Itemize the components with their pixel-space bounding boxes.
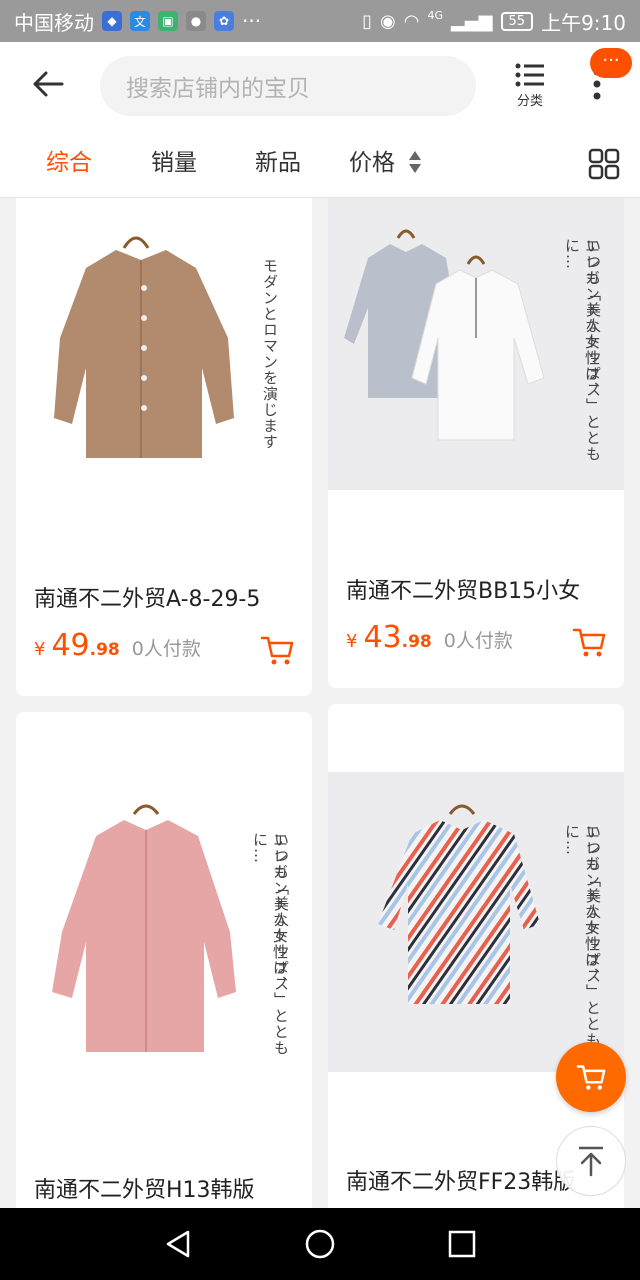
product-image-caption-2: いつも「美人トップス」とともに… [563,238,602,462]
product-image[interactable]: エレガントな女性は、 いつも「美人トップス」とともに… [16,712,312,1142]
product-card[interactable]: エレガントな女性は、 いつも「美人トップス」とともに… 南通不二外贸BB15小女… [328,198,624,688]
tab-price-label: 价格 [349,150,395,176]
category-button[interactable]: 分类 [498,62,562,118]
network-type: 4G [427,8,443,22]
product-image-caption: モダンとロマンを演じます [261,258,279,450]
vibrate-icon: ▯ [362,10,373,32]
add-to-cart-icon[interactable] [572,626,606,658]
tab-new[interactable]: 新品 [255,128,301,198]
price-integer: 49 [51,628,90,663]
message-badge[interactable]: ··· [590,48,632,78]
back-to-top-button[interactable] [556,1126,626,1196]
search-input[interactable]: 搜索店铺内的宝贝 [100,56,476,116]
tab-comprehensive[interactable]: 综合 [46,128,92,198]
product-title: 南通不二外贸FF23韩版 [346,1170,576,1195]
back-arrow-icon[interactable] [28,64,68,104]
search-placeholder: 搜索店铺内的宝贝 [126,76,310,102]
nav-recents-icon[interactable] [444,1226,480,1262]
price-decimal: .98 [89,640,120,660]
tab-sales[interactable]: 销量 [151,128,197,198]
currency-symbol: ¥ [34,639,46,660]
sales-count: 0人付款 [131,638,201,660]
eye-icon: ◉ [380,10,396,32]
arrow-up-icon [579,1146,603,1177]
sort-bar: 综合 销量 新品 价格 [0,128,640,198]
carrier-name: 中国移动 [14,10,94,35]
product-title: 南通不二外贸BB15小女 [346,579,581,604]
price-decimal: .98 [401,632,432,652]
qq-app-icon: ● [186,11,206,31]
nav-home-icon[interactable] [302,1226,338,1262]
product-image-caption-2: いつも「美人トップス」とともに… [251,832,290,1056]
product-image[interactable]: モダンとロマンを演じます [16,198,312,548]
status-bar: 中国移动 ◆ 文 ▣ ● ✿ ··· ▯ ◉ ◠ 4G ▂▄▆ 55 上午9:1… [0,0,640,42]
system-navigation-bar [0,1208,640,1280]
more-notifications-icon: ··· [242,9,262,33]
cart-icon [576,1065,606,1090]
product-price: ¥ 49 .98 0人付款 [34,628,201,663]
tab-price[interactable]: 价格 [349,128,422,198]
price-integer: 43 [363,620,402,655]
product-title: 南通不二外贸A-8-29-5 [34,587,261,612]
add-to-cart-icon[interactable] [260,634,294,666]
product-title: 南通不二外贸H13韩版 [34,1178,255,1203]
translate-app-icon: 文 [130,11,150,31]
shield-app-icon: ◆ [102,11,122,31]
sales-count: 0人付款 [443,630,513,652]
currency-symbol: ¥ [346,631,358,652]
product-price: ¥ 43 .98 0人付款 [346,620,513,655]
battery-level: 55 [500,11,534,31]
product-image-caption-2: いつも「美人トップス」とともに… [563,824,602,1048]
product-image[interactable]: エレガントな女性は、 いつも「美人トップス」とともに… [328,198,624,490]
chat-app-icon: ▣ [158,11,178,31]
product-card[interactable]: モダンとロマンを演じます 南通不二外贸A-8-29-5 ¥ 49 .98 0人付… [16,198,312,696]
product-grid: モダンとロマンを演じます 南通不二外贸A-8-29-5 ¥ 49 .98 0人付… [0,198,640,1208]
clock: 上午9:10 [541,10,626,35]
baidu-app-icon: ✿ [214,11,234,31]
grid-view-icon[interactable] [588,148,620,180]
wifi-icon: ◠ [403,10,420,32]
floating-cart-button[interactable] [556,1042,626,1112]
signal-icon: ▂▄▆ [451,10,493,32]
shop-header: 搜索店铺内的宝贝 分类 [0,42,640,128]
category-label: 分类 [516,94,543,109]
product-card[interactable]: エレガントな女性は、 いつも「美人トップス」とともに… 南通不二外贸H13韩版 [16,712,312,1208]
nav-back-icon[interactable] [160,1226,196,1262]
list-icon [515,63,544,87]
sort-arrows-icon [409,150,422,173]
